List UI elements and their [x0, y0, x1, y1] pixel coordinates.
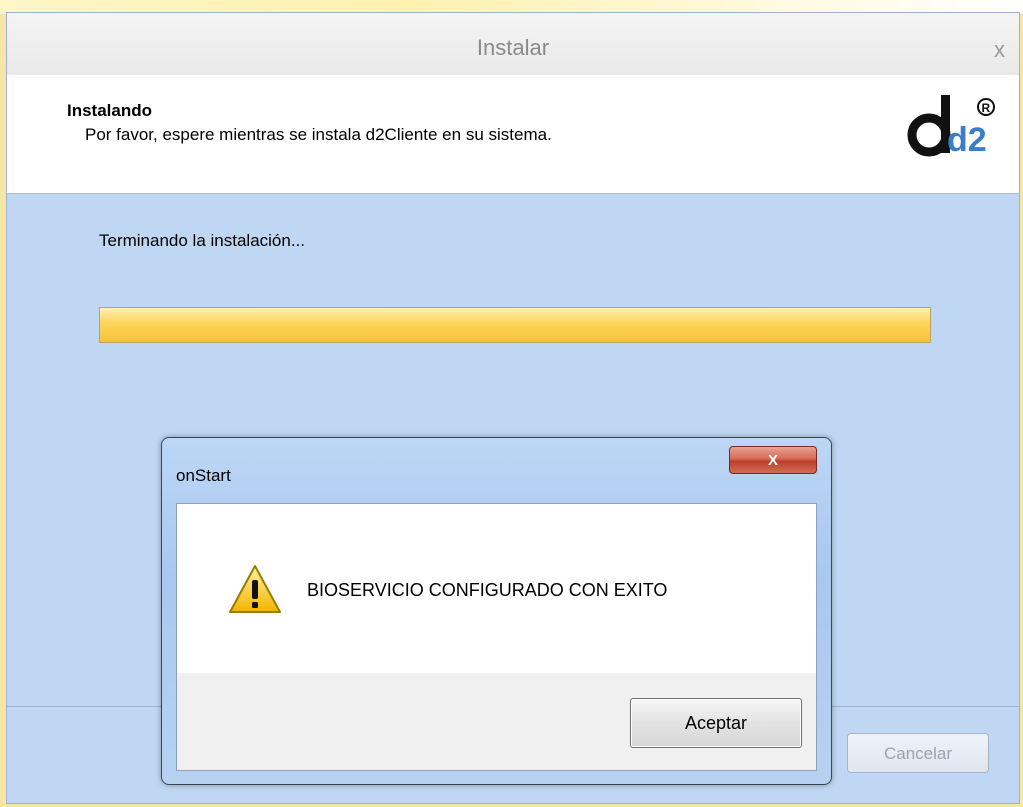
progress-bar: [99, 307, 931, 343]
d2-logo: d2 R: [907, 95, 995, 159]
installer-titlebar: Instalar x: [7, 13, 1019, 76]
header-subtitle: Por favor, espere mientras se instala d2…: [85, 125, 552, 144]
ok-button[interactable]: Aceptar: [630, 698, 802, 748]
dialog-body: BIOSERVICIO CONFIGURADO CON EXITO: [177, 504, 816, 674]
header-title: Instalando: [67, 101, 153, 120]
installer-title: Instalar: [476, 35, 550, 60]
dialog-message: BIOSERVICIO CONFIGURADO CON EXITO: [307, 580, 668, 600]
warning-icon: [229, 565, 281, 613]
cancel-button[interactable]: Cancelar: [847, 733, 989, 773]
logo-text: d2: [947, 121, 987, 159]
progress-fill: [100, 308, 930, 342]
message-dialog: onStart X BIOSERVICIO CONFIGURADO CON EX…: [161, 437, 832, 785]
dialog-content: BIOSERVICIO CONFIGURADO CON EXITO Acepta…: [176, 503, 817, 771]
status-text: Terminando la instalación...: [99, 231, 306, 250]
registered-mark: R: [982, 101, 991, 115]
installer-close-button[interactable]: x: [994, 39, 1005, 61]
installer-header: Instalando Por favor, espere mientras se…: [7, 75, 1019, 194]
dialog-title: onStart: [176, 466, 231, 485]
dialog-close-button[interactable]: X: [729, 446, 817, 474]
